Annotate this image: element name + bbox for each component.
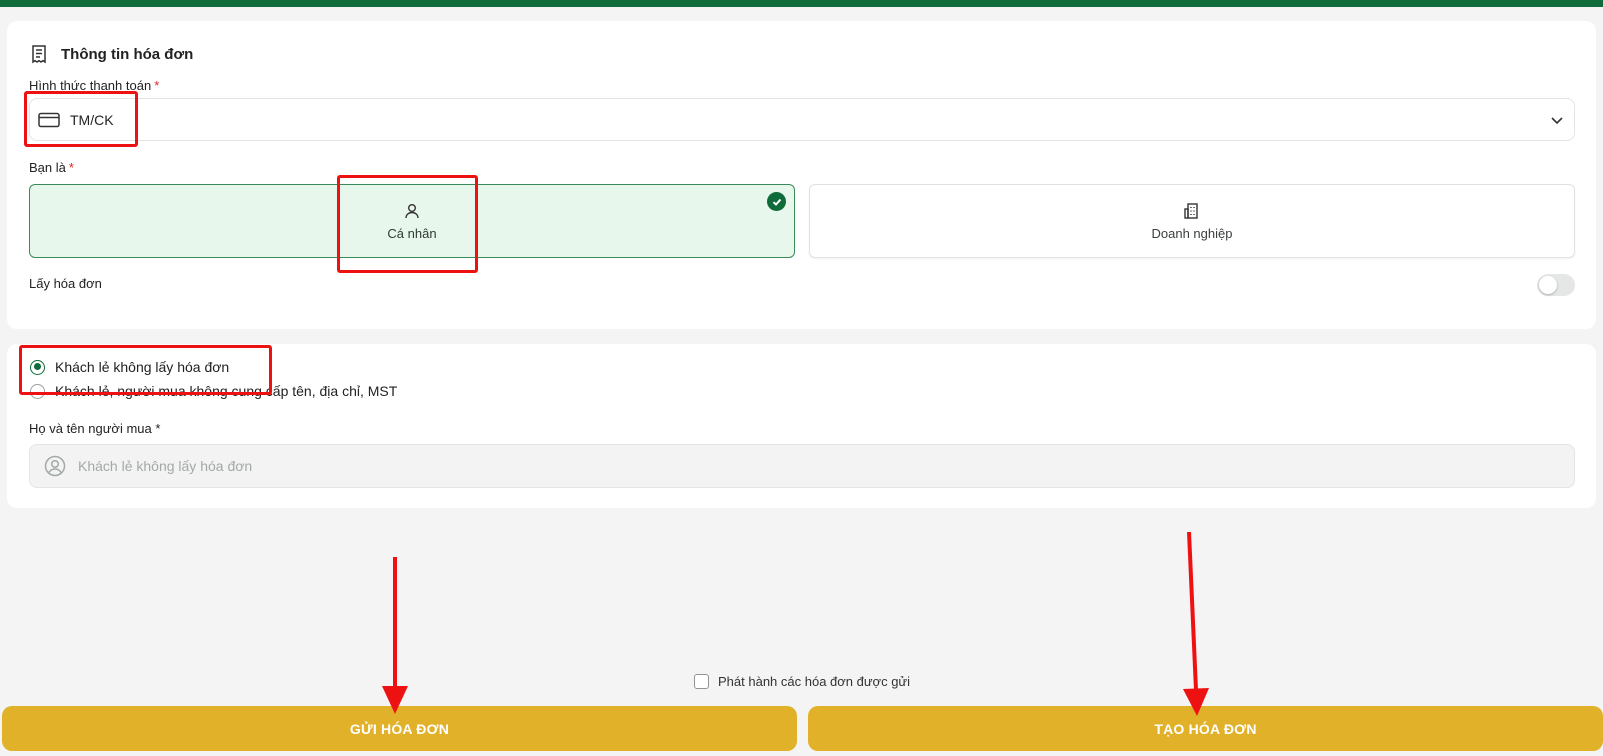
annotation-arrows [382,531,1209,716]
arrow-down-create [1183,531,1209,716]
arrow-down-send [382,557,408,714]
